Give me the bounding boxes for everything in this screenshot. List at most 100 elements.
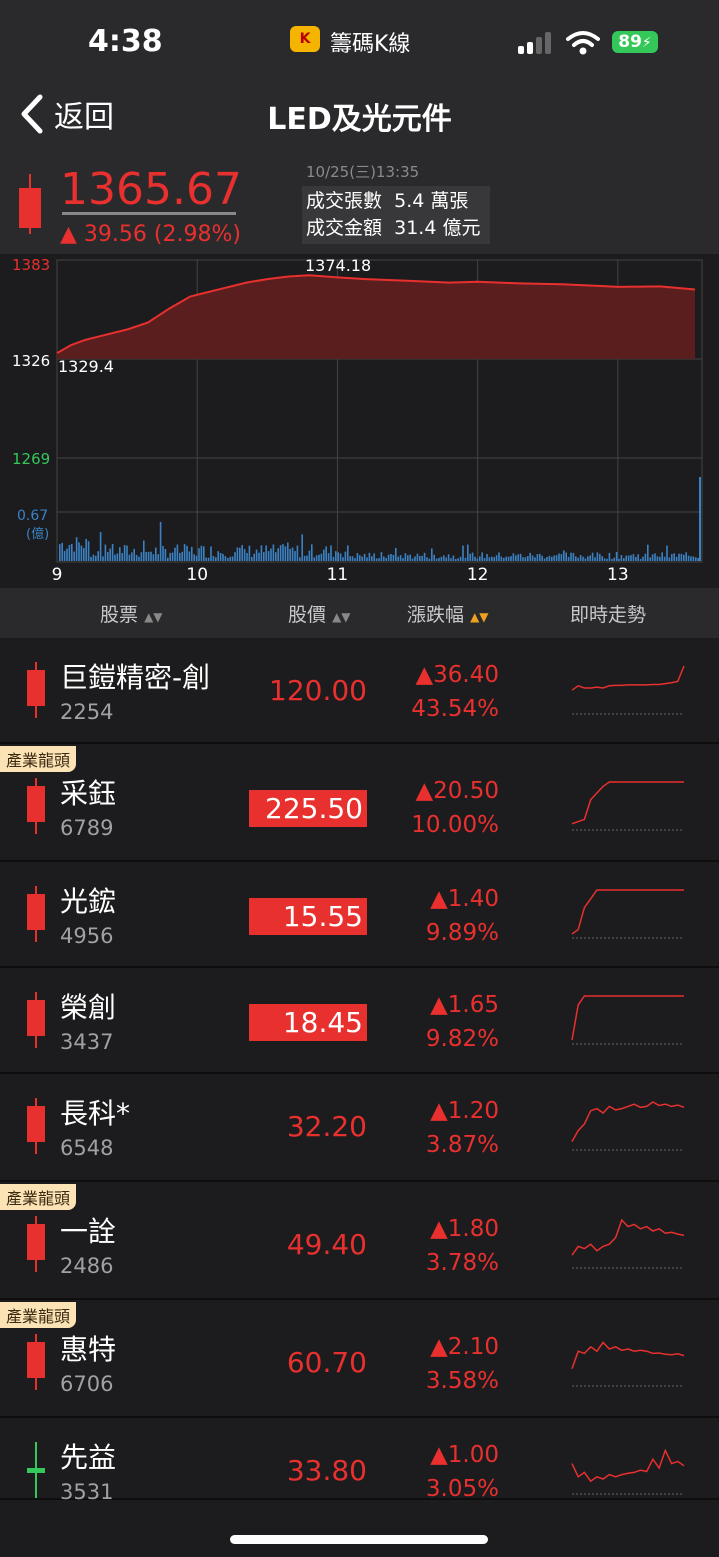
table-row[interactable]: 巨鎧精密-創 2254 120.00 ▲36.40 43.54%	[0, 640, 719, 744]
sort-stock-button[interactable]: 股票 ▲▼	[100, 600, 163, 627]
volume-bar	[594, 557, 596, 561]
volume-bar	[291, 547, 294, 561]
change-amount: ▲36.40	[415, 662, 499, 688]
table-row[interactable]: 先益 3531 33.80 ▲1.00 3.05%	[0, 1420, 719, 1504]
volume-bar	[659, 556, 661, 561]
volume-bar	[486, 554, 488, 561]
stock-price: 60.70	[286, 1346, 367, 1379]
back-button[interactable]: 返回	[20, 92, 114, 136]
table-row[interactable]: 榮創 3437 18.45 ▲1.65 9.82%	[0, 970, 719, 1074]
volume-bar	[402, 558, 404, 561]
volume-bar	[234, 552, 236, 561]
volume-bar	[510, 556, 512, 561]
volume-bar	[366, 557, 368, 561]
volume-bar	[411, 558, 414, 561]
back-label: 返回	[54, 100, 114, 135]
volume-bar	[488, 557, 491, 561]
volume-bar	[428, 558, 431, 561]
volume-bar	[284, 546, 287, 561]
industry-leader-badge: 產業龍頭	[0, 1302, 77, 1328]
volume-bar	[354, 558, 356, 561]
volume-bar	[591, 552, 594, 561]
volume-bar	[462, 545, 464, 561]
volume-bar	[99, 532, 102, 561]
volume-bar	[615, 552, 618, 561]
volume-bar	[265, 545, 267, 561]
volume-bar	[536, 554, 539, 561]
volume-bar	[383, 556, 385, 561]
volume-bar	[505, 556, 507, 561]
volume-bar	[399, 555, 402, 561]
volume-bar	[330, 545, 332, 561]
sort-icon: ▲▼	[144, 610, 163, 624]
volume-bar	[378, 558, 380, 561]
volume-bar	[666, 545, 668, 561]
volume-bar	[620, 555, 623, 561]
volume-bar	[179, 553, 181, 561]
stock-code: 6706	[60, 1372, 114, 1396]
volume-bar	[565, 552, 567, 561]
volume-bar	[217, 551, 219, 561]
volume-bar	[414, 556, 416, 561]
header-stock: 股票	[100, 604, 139, 626]
header-price: 股價	[288, 604, 327, 626]
volume-bar	[255, 549, 258, 561]
volume-bar	[356, 553, 359, 561]
home-indicator[interactable]	[230, 1535, 488, 1544]
volume-bar	[231, 556, 234, 561]
volume-bar	[200, 545, 203, 561]
volume-bar	[433, 554, 435, 561]
table-row[interactable]: 產業龍頭 一詮 2486 49.40 ▲1.80 3.78%	[0, 1184, 719, 1300]
table-row[interactable]: 光鋐 4956 15.55 ▲1.40 9.89%	[0, 864, 719, 968]
volume-bar	[301, 534, 303, 561]
table-row[interactable]: 產業龍頭 采鈺 6789 225.50 ▲20.50 10.00%	[0, 746, 719, 862]
volume-bar	[126, 545, 128, 561]
x-tick-label: 11	[327, 565, 349, 584]
price-area	[57, 275, 695, 359]
change-amount: ▲1.65	[430, 992, 499, 1018]
industry-leader-badge: 產業龍頭	[0, 1184, 77, 1210]
sort-price-button[interactable]: 股價 ▲▼	[288, 600, 351, 627]
volume-bar	[351, 556, 354, 561]
volume-bar	[277, 548, 279, 561]
stock-price: 15.55	[249, 898, 367, 935]
volume-bar	[512, 553, 515, 561]
volume-bar	[539, 553, 541, 561]
table-row[interactable]: 長科* 6548 32.20 ▲1.20 3.87%	[0, 1076, 719, 1182]
volume-value: 5.4 萬張	[394, 190, 469, 212]
volume-bar	[440, 556, 443, 561]
volume-bar	[133, 548, 135, 561]
status-app-name: 籌碼K線	[330, 32, 411, 57]
index-change: ▲ 39.56 (2.98%)	[60, 222, 241, 247]
volume-bar	[625, 555, 627, 561]
volume-bar	[555, 555, 558, 561]
volume-bar	[582, 556, 584, 561]
change-percent: 9.82%	[425, 1026, 499, 1052]
stock-name: 榮創	[60, 991, 117, 1024]
intraday-chart[interactable]: 1383 1326 1269 1374.18 1329.4 0.67 (億) 9…	[0, 254, 719, 584]
volume-bar	[83, 547, 85, 561]
table-row[interactable]: 產業龍頭 惠特 6706 60.70 ▲2.10 3.58%	[0, 1302, 719, 1418]
stock-change: ▲1.40 9.89%	[426, 882, 499, 950]
home-indicator-area	[0, 1500, 719, 1557]
volume-bar	[551, 556, 553, 561]
index-candle-icon	[19, 174, 41, 234]
change-percent: 3.78%	[425, 1250, 499, 1276]
volume-bar	[116, 553, 119, 561]
volume-bar	[282, 544, 284, 561]
volume-bar	[567, 556, 570, 561]
volume-bar	[678, 553, 680, 561]
sort-change-button[interactable]: 漲跌幅 ▲▼	[407, 600, 489, 627]
change-percent: 3.58%	[425, 1368, 499, 1394]
volume-bar	[395, 547, 397, 561]
stock-code: 2254	[60, 700, 114, 724]
volume-bar	[699, 477, 701, 561]
volume-bar	[584, 558, 587, 561]
sparkline-path	[571, 781, 684, 825]
volume-bar	[570, 552, 572, 561]
max-annotation: 1374.18	[305, 256, 371, 275]
volume-bar	[210, 546, 212, 561]
volume-bar	[318, 554, 320, 561]
change-amount: ▲2.10	[430, 1334, 499, 1360]
volume-bar	[671, 554, 673, 561]
